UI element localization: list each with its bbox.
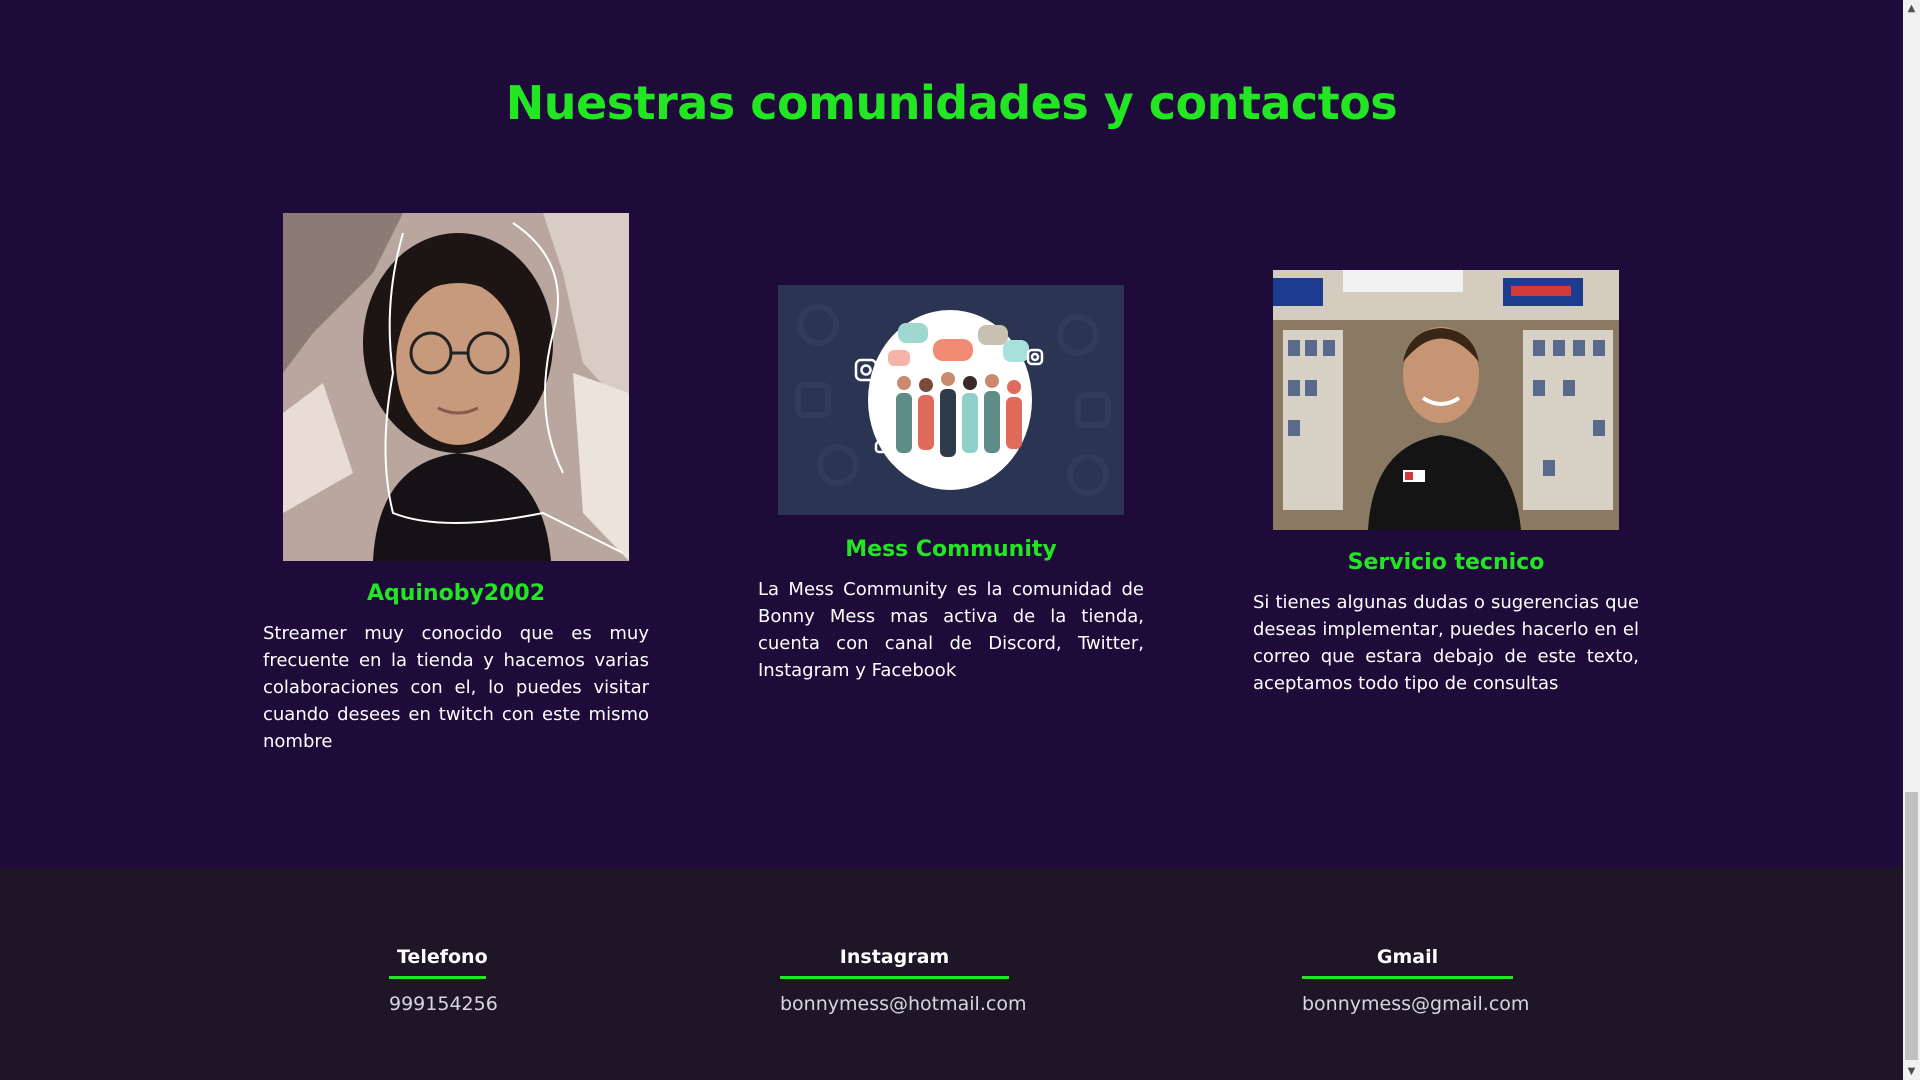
streamer-photo bbox=[283, 213, 629, 561]
card-aquinoby: Aquinoby2002 Streamer muy conocido que e… bbox=[263, 213, 649, 755]
footer-instagram: Instagram bonnymess@hotmail.com bbox=[780, 946, 1026, 1015]
footer-phone: Telefono 999154256 bbox=[389, 946, 498, 1015]
card-title: Aquinoby2002 bbox=[366, 581, 546, 606]
card-text: Streamer muy conocido que es muy frecuen… bbox=[263, 623, 649, 752]
footer-gmail-label: Gmail bbox=[1302, 946, 1513, 979]
community-illustration bbox=[778, 285, 1124, 515]
scroll-up-icon[interactable]: ▲ bbox=[1903, 0, 1920, 17]
card-title: Servicio tecnico bbox=[1347, 550, 1545, 575]
tech-service-photo bbox=[1273, 270, 1619, 530]
card-servicio-tecnico: Servicio tecnico Si tienes algunas dudas… bbox=[1253, 270, 1639, 697]
footer-gmail: Gmail bonnymess@gmail.com bbox=[1302, 946, 1529, 1015]
card-title: Mess Community bbox=[845, 537, 1057, 562]
footer: Telefono 999154256 Instagram bonnymess@h… bbox=[0, 868, 1903, 1080]
card-text: La Mess Community es la comunidad de Bon… bbox=[758, 579, 1144, 681]
page: Nuestras comunidades y contactos Aquinob… bbox=[0, 0, 1903, 1080]
footer-instagram-label: Instagram bbox=[780, 946, 1009, 979]
footer-phone-label: Telefono bbox=[389, 946, 488, 979]
footer-gmail-value[interactable]: bonnymess@gmail.com bbox=[1302, 993, 1529, 1015]
section-title: Nuestras comunidades y contactos bbox=[505, 76, 1398, 130]
vertical-scrollbar[interactable]: ▲ ▼ bbox=[1903, 0, 1920, 1080]
card-text: Si tienes algunas dudas o sugerencias qu… bbox=[1253, 592, 1639, 694]
scroll-down-icon[interactable]: ▼ bbox=[1903, 1063, 1920, 1080]
footer-phone-value: 999154256 bbox=[389, 993, 498, 1015]
card-mess-community: Mess Community La Mess Community es la c… bbox=[758, 285, 1144, 684]
footer-instagram-value[interactable]: bonnymess@hotmail.com bbox=[780, 993, 1026, 1015]
scroll-thumb[interactable] bbox=[1905, 792, 1918, 1060]
communities-section: Nuestras comunidades y contactos Aquinob… bbox=[0, 0, 1903, 868]
